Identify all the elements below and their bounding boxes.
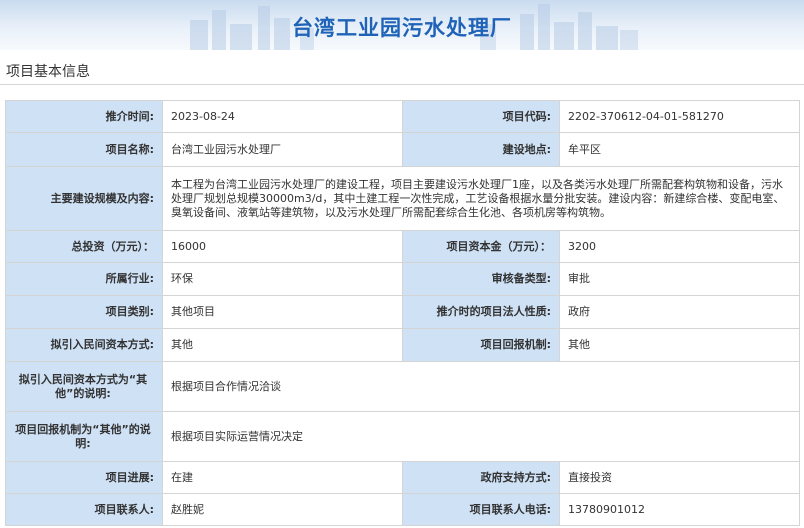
field-label: 项目回报机制: [402,328,560,362]
field-label: 项目回报机制为“其他”的说明: [5,411,163,462]
section-divider [0,84,804,85]
field-value: 台湾工业园污水处理厂 [162,132,403,167]
field-label: 拟引入民间资本方式为“其他”的说明: [5,361,163,412]
field-value: 其他 [559,328,800,362]
field-label: 项目进展: [5,461,163,494]
field-value: 2023-08-24 [162,100,403,133]
field-value: 审批 [559,262,800,296]
field-label: 项目联系人: [5,493,163,526]
field-label: 项目代码: [402,100,560,133]
field-label: 推介时间: [5,100,163,133]
field-label: 项目资本金（万元）： [402,230,560,263]
field-value: 根据项目实际运营情况决定 [162,411,800,462]
field-label: 审核备类型: [402,262,560,296]
field-value: 环保 [162,262,403,296]
field-label: 所属行业: [5,262,163,296]
header-banner: 台湾工业园污水处理厂 [0,0,804,50]
field-label: 项目类别: [5,295,163,329]
field-value: 13780901012 [559,493,800,526]
table-row: 项目联系人: 赵胜妮 项目联系人电话: 13780901012 [5,493,800,526]
table-row: 项目进展: 在建 政府支持方式: 直接投资 [5,461,800,494]
table-row: 拟引入民间资本方式为“其他”的说明: 根据项目合作情况洽谈 [5,361,800,412]
field-value: 根据项目合作情况洽谈 [162,361,800,412]
table-row: 项目类别: 其他项目 推介时的项目法人性质: 政府 [5,295,800,329]
field-value: 在建 [162,461,403,494]
field-label: 项目联系人电话: [402,493,560,526]
field-label: 建设地点: [402,132,560,167]
field-value: 其他项目 [162,295,403,329]
table-row: 总投资（万元）： 16000 项目资本金（万元）： 3200 [5,230,800,263]
field-label: 主要建设规模及内容: [5,166,163,231]
field-value: 赵胜妮 [162,493,403,526]
table-row: 主要建设规模及内容: 本工程为台湾工业园污水处理厂的建设工程，项目主要建设污水处… [5,166,800,231]
field-value: 16000 [162,230,403,263]
page-title: 台湾工业园污水处理厂 [292,16,512,40]
field-value: 2202-370612-04-01-581270 [559,100,800,133]
field-label: 政府支持方式: [402,461,560,494]
table-row: 推介时间: 2023-08-24 项目代码: 2202-370612-04-01… [5,100,800,133]
table-row: 项目名称: 台湾工业园污水处理厂 建设地点: 牟平区 [5,132,800,167]
project-info-table: 推介时间: 2023-08-24 项目代码: 2202-370612-04-01… [5,100,800,526]
field-value: 牟平区 [559,132,800,167]
field-value: 本工程为台湾工业园污水处理厂的建设工程，项目主要建设污水处理厂1座，以及各类污水… [162,166,800,231]
field-label: 推介时的项目法人性质: [402,295,560,329]
field-value: 政府 [559,295,800,329]
section-title: 项目基本信息 [6,64,90,80]
field-value: 3200 [559,230,800,263]
field-label: 项目名称: [5,132,163,167]
table-row: 所属行业: 环保 审核备类型: 审批 [5,262,800,296]
field-label: 拟引入民间资本方式: [5,328,163,362]
field-value: 直接投资 [559,461,800,494]
field-value: 其他 [162,328,403,362]
field-label: 总投资（万元）： [5,230,163,263]
table-row: 项目回报机制为“其他”的说明: 根据项目实际运营情况决定 [5,411,800,462]
table-row: 拟引入民间资本方式: 其他 项目回报机制: 其他 [5,328,800,362]
